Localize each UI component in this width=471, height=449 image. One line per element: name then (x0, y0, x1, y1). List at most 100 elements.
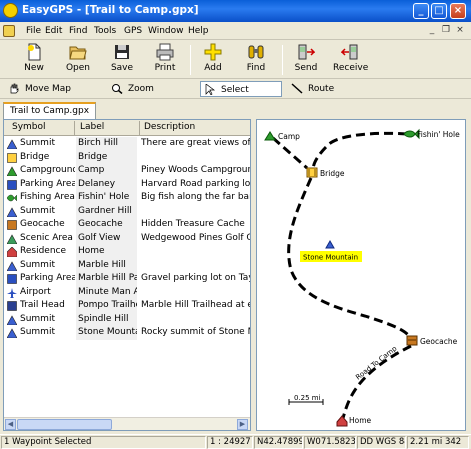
map-label-fishin-hole: Fishin' Hole (417, 130, 460, 139)
cell-symbol: Summit (20, 205, 55, 216)
list-item[interactable]: Summit Birch Hill There are great views of… (4, 137, 251, 151)
gps-receive-icon (341, 44, 358, 60)
column-header-description[interactable]: Description (144, 122, 195, 132)
list-item[interactable]: Summit Spindle Hill (4, 312, 250, 326)
column-header-label[interactable]: Label (80, 122, 104, 132)
minimize-button[interactable]: _ (413, 3, 429, 19)
cell-symbol: Bridge (20, 151, 50, 162)
cell-description: Marble Hill Trailhead at edge c (141, 300, 250, 310)
menu-help[interactable]: Help (188, 26, 209, 36)
map-waypoint-fishin-hole[interactable]: Fishin' Hole (403, 128, 460, 140)
floppy-disk-icon (115, 45, 129, 59)
doc-restore-button[interactable]: ❐ (441, 26, 451, 36)
title-bar: EasyGPS - [Trail to Camp.gpx] _ □ × (0, 0, 471, 22)
menu-tools[interactable]: Tools (94, 26, 116, 36)
cell-symbol: Residence (20, 246, 67, 256)
menu-bar: File Edit Find Tools GPS Window Help _ ❐… (0, 22, 471, 40)
map-waypoint-home[interactable]: Home (336, 415, 372, 427)
geocache-icon (7, 220, 17, 230)
status-distance: 2.21 mi 342 (407, 436, 469, 449)
map-waypoint-stone-mountain[interactable]: Stone Mountain (300, 239, 362, 262)
find-button[interactable]: Find (244, 43, 268, 77)
maximize-button[interactable]: □ (431, 3, 447, 19)
cell-symbol: Geocache (20, 219, 65, 229)
send-button[interactable]: Send (292, 43, 320, 77)
plus-icon (204, 43, 222, 61)
map-scale-bar: 0.25 mi (288, 394, 324, 405)
cell-symbol: Parking Area (20, 178, 75, 189)
horizontal-scrollbar[interactable]: ◀ ▶ (4, 417, 250, 430)
document-icon[interactable] (3, 25, 15, 37)
list-header: Symbol Label Description (4, 120, 250, 136)
cell-symbol: Summit (20, 259, 55, 270)
column-divider[interactable] (139, 121, 140, 135)
select-tool[interactable]: Select (200, 81, 282, 97)
cell-symbol: Airport (20, 286, 51, 297)
cell-description: Big fish along the far bank (141, 192, 251, 202)
add-button[interactable]: Add (201, 43, 225, 77)
move-map-tool[interactable]: Move Map (5, 81, 85, 97)
list-item[interactable]: Scenic Area Golf View Wedgewood Pines Golf… (4, 231, 250, 245)
map-waypoint-bridge[interactable]: Bridge (306, 167, 345, 178)
scroll-thumb[interactable] (17, 419, 112, 430)
doc-minimize-button[interactable]: _ (427, 26, 437, 36)
cell-symbol: Trail Head (20, 300, 65, 310)
trailhead-icon (7, 301, 17, 311)
app-icon[interactable] (3, 3, 18, 18)
summit-icon (7, 206, 17, 217)
cell-label: Golf View (76, 231, 137, 245)
cell-label: Geocache (76, 218, 137, 232)
zoom-tool[interactable]: Zoom (108, 81, 178, 97)
list-item[interactable]: Summit Stone Mountain Rocky summit of Ston… (4, 326, 250, 340)
list-item[interactable]: Geocache Geocache Hidden Treasure Cache (4, 218, 250, 232)
cell-description: Hidden Treasure Cache (141, 219, 245, 229)
print-button[interactable]: Print (153, 43, 177, 77)
cell-label: Camp (76, 164, 137, 178)
menu-file[interactable]: File (26, 26, 41, 36)
menu-window[interactable]: Window (148, 26, 184, 36)
list-item[interactable]: Trail Head Pompo Trailhead Marble Hill Tra… (4, 299, 250, 313)
toolbar-separator (282, 45, 283, 75)
save-button[interactable]: Save (110, 43, 134, 77)
map-waypoint-camp[interactable]: Camp (264, 131, 300, 141)
route-tool[interactable]: Route (288, 81, 358, 97)
cell-description: There are great views of the (141, 138, 251, 148)
scale-label: 0.25 mi (294, 394, 321, 402)
doc-close-button[interactable]: × (455, 26, 465, 36)
list-item[interactable]: Airport Minute Man Ai... (4, 285, 250, 299)
open-button[interactable]: Open (65, 43, 91, 77)
receive-button[interactable]: Receive (333, 43, 368, 77)
map-canvas[interactable]: Camp Fishin' Hole Bridge Stone Mountain … (257, 120, 466, 431)
column-header-symbol[interactable]: Symbol (12, 122, 46, 132)
cell-description: Gravel parking lot on Taylor R (141, 273, 250, 283)
list-item[interactable]: Summit Gardner Hill (4, 204, 250, 218)
list-item[interactable]: Parking AreaMarble Hill Par... Gravel par… (4, 272, 250, 286)
list-item[interactable]: Parking Area Delaney Harvard Road parking … (4, 177, 251, 191)
summit-icon (7, 139, 17, 149)
map-view[interactable]: Camp Fishin' Hole Bridge Stone Mountain … (256, 119, 466, 431)
list-item[interactable]: Bridge Bridge (4, 150, 250, 164)
menu-find[interactable]: Find (69, 26, 87, 36)
scroll-right-arrow[interactable]: ▶ (237, 419, 248, 430)
close-button[interactable]: × (450, 3, 466, 19)
column-divider[interactable] (74, 121, 75, 135)
summit-icon (7, 328, 17, 338)
fish-icon (7, 194, 17, 202)
list-item[interactable]: Fishing Area Fishin' Hole Big fish along t… (4, 191, 251, 205)
new-button[interactable]: New (22, 43, 46, 77)
menu-edit[interactable]: Edit (45, 26, 62, 36)
summit-icon (7, 314, 17, 325)
map-waypoint-geocache[interactable]: Geocache (406, 335, 458, 346)
list-item[interactable]: Residence Home (4, 245, 250, 259)
cell-label: Delaney (76, 177, 137, 191)
list-item[interactable]: Summit Marble Hill (4, 258, 250, 272)
cell-description: Harvard Road parking lot at D (141, 178, 251, 189)
binoculars-icon (248, 45, 264, 59)
tab-trail-to-camp[interactable]: Trail to Camp.gpx (3, 102, 97, 119)
folder-open-icon (69, 46, 87, 60)
list-item[interactable]: Campground Camp Piney Woods Campground (4, 164, 250, 178)
status-longitude: W071.58235 (304, 436, 356, 449)
cell-label: Pompo Trailhead (76, 299, 137, 313)
scroll-left-arrow[interactable]: ◀ (5, 419, 16, 430)
menu-gps[interactable]: GPS (124, 26, 142, 36)
